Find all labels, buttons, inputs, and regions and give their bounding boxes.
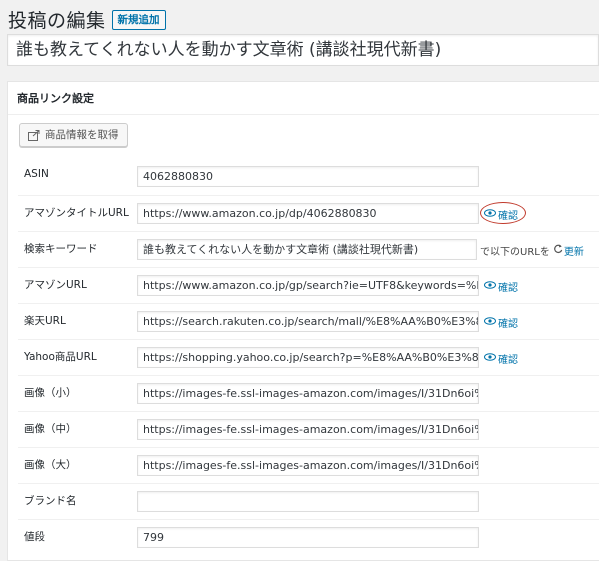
product-fields: ASIN 4062880830 アマゾンタイトルURL https://www.… (18, 159, 599, 555)
refresh-urls-link[interactable]: 更新 (553, 243, 584, 258)
image-medium-input[interactable]: https://images-fe.ssl-images-amazon.com/… (137, 419, 479, 440)
field-label: Yahoo商品URL (24, 351, 97, 363)
post-title-input[interactable]: 誰も教えてくれない人を動かす文章術 (講談社現代新書) (7, 34, 599, 66)
amazon-title-url-input[interactable]: https://www.amazon.co.jp/dp/4062880830 (137, 203, 479, 224)
confirm-yahoo-url-link[interactable]: 確認 (484, 351, 518, 366)
field-label: 画像（大） (24, 459, 77, 471)
field-row-image-medium: 画像（中） https://images-fe.ssl-images-amazo… (18, 411, 599, 447)
field-row-rakuten-url: 楽天URL https://search.rakuten.co.jp/searc… (18, 303, 599, 339)
rakuten-url-input[interactable]: https://search.rakuten.co.jp/search/mall… (137, 311, 479, 332)
search-keyword-input[interactable]: 誰も教えてくれない人を動かす文章術 (講談社現代新書) (137, 239, 477, 260)
eye-icon (484, 317, 496, 328)
field-label: 値段 (24, 531, 45, 543)
field-label: アマゾンタイトルURL (24, 207, 129, 219)
field-row-yahoo-url: Yahoo商品URL https://shopping.yahoo.co.jp/… (18, 339, 599, 375)
brand-input[interactable] (137, 491, 479, 512)
keyword-note-text: で以下のURLを (480, 247, 550, 258)
fetch-button-label: 商品情報を取得 (45, 129, 119, 141)
field-label: 検索キーワード (24, 243, 98, 255)
eye-icon (484, 281, 496, 292)
confirm-amazon-url-link[interactable]: 確認 (484, 279, 518, 294)
confirm-amazon-title-link[interactable]: 確認 (480, 202, 526, 224)
field-label: 画像（中） (24, 423, 77, 435)
yahoo-url-input[interactable]: https://shopping.yahoo.co.jp/search?p=%E… (137, 347, 479, 368)
field-row-image-small: 画像（小） https://images-fe.ssl-images-amazo… (18, 375, 599, 411)
fetch-product-info-button[interactable]: 商品情報を取得 (19, 123, 128, 147)
product-link-metabox: 商品リンク設定 商品情報を取得 ASIN 4062880830 アマゾンタイトル… (7, 81, 599, 561)
image-large-input[interactable]: https://images-fe.ssl-images-amazon.com/… (137, 455, 479, 476)
confirm-label: 確認 (498, 211, 518, 222)
keyword-note: で以下のURLを 更新 (480, 243, 584, 258)
eye-icon (484, 209, 496, 220)
field-row-image-large: 画像（大） https://images-fe.ssl-images-amazo… (18, 447, 599, 483)
confirm-label: 確認 (498, 283, 518, 294)
field-label: ブランド名 (24, 495, 77, 507)
amazon-url-input[interactable]: https://www.amazon.co.jp/gp/search?ie=UT… (137, 275, 479, 296)
page-title: 投稿の編集 (8, 10, 106, 32)
add-new-button[interactable]: 新規追加 (111, 9, 166, 30)
confirm-label: 確認 (498, 319, 518, 330)
metabox-title: 商品リンク設定 (8, 82, 599, 115)
confirm-label: 確認 (498, 355, 518, 366)
field-label: ASIN (24, 168, 49, 180)
confirm-rakuten-url-link[interactable]: 確認 (484, 315, 518, 330)
field-label: 画像（小） (24, 387, 77, 399)
field-row-amazon-url: アマゾンURL https://www.amazon.co.jp/gp/sear… (18, 267, 599, 303)
field-row-amazon-title-url: アマゾンタイトルURL https://www.amazon.co.jp/dp/… (18, 195, 599, 231)
field-label: アマゾンURL (24, 279, 87, 291)
field-row-brand: ブランド名 (18, 483, 599, 519)
field-row-price: 値段 799 (18, 519, 599, 555)
eye-icon (484, 353, 496, 364)
field-label: 楽天URL (24, 315, 66, 327)
external-link-icon (28, 129, 40, 141)
image-small-input[interactable]: https://images-fe.ssl-images-amazon.com/… (137, 383, 479, 404)
field-row-search-keyword: 検索キーワード 誰も教えてくれない人を動かす文章術 (講談社現代新書) で以下の… (18, 231, 599, 267)
asin-input[interactable]: 4062880830 (137, 166, 479, 187)
refresh-label: 更新 (563, 247, 584, 258)
page-header: 投稿の編集 新規追加 (8, 6, 166, 33)
price-input[interactable]: 799 (137, 527, 479, 548)
field-row-asin: ASIN 4062880830 (18, 159, 599, 195)
refresh-icon (553, 244, 563, 257)
